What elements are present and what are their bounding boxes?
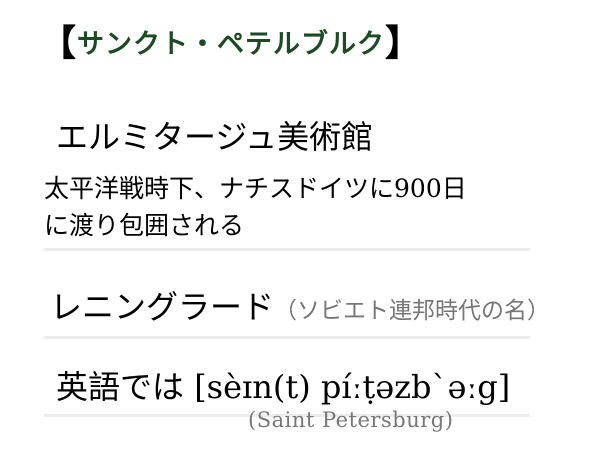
history-entry: 太平洋戦時下、ナチスドイツに900日 に渡り包囲される	[44, 170, 530, 251]
history-line-2: に渡り包囲される	[44, 211, 245, 240]
museum-text: エルミタージュ美術館	[56, 118, 374, 156]
title-text: サンクト・ペテルブルク	[77, 29, 386, 60]
title-close-bracket: 】	[385, 23, 423, 64]
page-title: 【サンクト・ペテルブルク】	[40, 18, 422, 71]
english-ipa: [sèɪn(t) píːṭəzbˋəːg]	[194, 368, 511, 406]
history-line-1: 太平洋戦時下、ナチスドイツに900日	[44, 174, 467, 203]
former-name-entry: レニングラード（ソビエト連邦時代の名）	[44, 282, 550, 339]
museum-entry: エルミタージュ美術館	[44, 112, 530, 162]
english-spelling: (Saint Petersburg)	[248, 408, 454, 432]
former-name-text: レニングラード	[50, 288, 275, 326]
former-name-note: （ソビエト連邦時代の名）	[274, 298, 551, 324]
english-prefix: 英語では	[56, 368, 185, 406]
title-open-bracket: 【	[40, 23, 78, 64]
